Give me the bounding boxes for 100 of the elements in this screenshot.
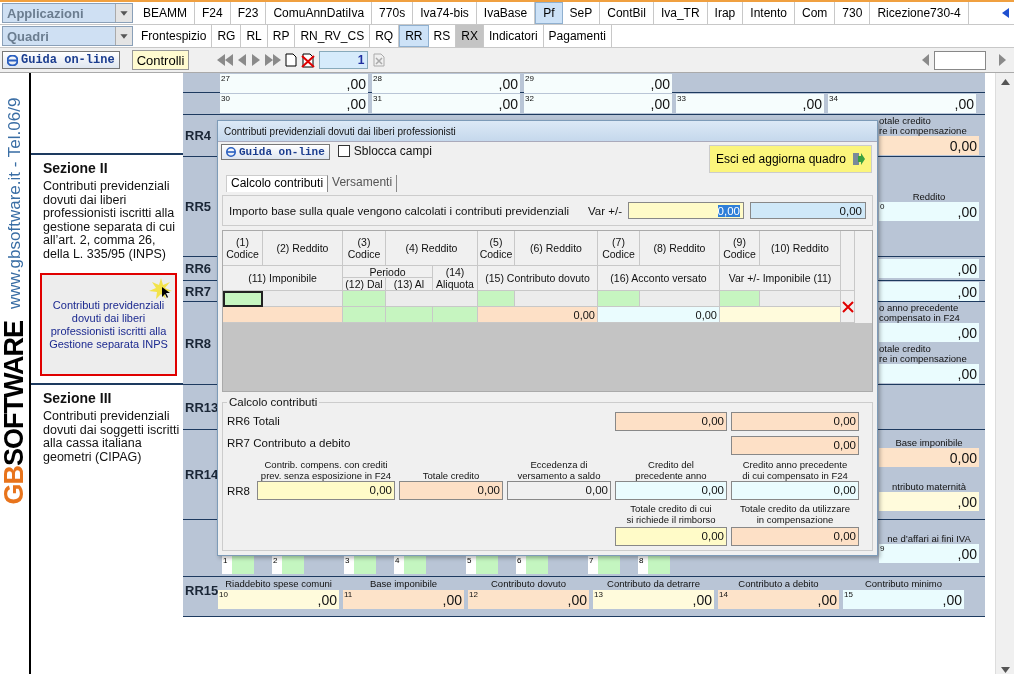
amount-field[interactable]: 0,00 xyxy=(731,527,859,546)
delete-icon[interactable] xyxy=(841,300,854,313)
amount-field[interactable]: 0,00 xyxy=(731,481,859,500)
tab[interactable]: 770s xyxy=(372,2,414,24)
amount-field[interactable]: 0,00 xyxy=(257,481,395,500)
field-number: 32 xyxy=(525,94,534,103)
field-number: 30 xyxy=(221,94,230,103)
tab[interactable]: F24 xyxy=(195,2,231,24)
tab[interactable]: ContBil xyxy=(600,2,654,24)
cursor-sparkle-icon xyxy=(147,277,173,301)
column-header: (1) Codice xyxy=(223,231,263,266)
checkbox[interactable] xyxy=(337,145,350,157)
column-header: (4) Reddito xyxy=(386,231,478,266)
amount-field[interactable]: 0,00 xyxy=(879,447,979,467)
tab[interactable]: RX xyxy=(456,25,484,47)
field-caption: Base imponibile xyxy=(368,579,439,589)
amount-field[interactable]: 0,00 xyxy=(731,412,859,431)
tab[interactable]: Com xyxy=(795,2,836,24)
tab[interactable]: BEAMM xyxy=(136,2,195,24)
page-number-field[interactable]: 1 xyxy=(319,51,369,69)
tab[interactable]: Irap xyxy=(707,2,744,24)
section-description: Contributi previdenziali dovuti dai soggetti iscritti alla cassa italiana geometri (CIPAG) xyxy=(43,410,181,464)
tab[interactable]: F23 xyxy=(230,2,267,24)
row-code: RR15 xyxy=(185,583,219,598)
code-field[interactable]: 7 xyxy=(588,556,620,574)
previous-page-icon[interactable] xyxy=(237,54,248,66)
amount-field[interactable]: 0,00 xyxy=(879,136,979,155)
variation-field[interactable]: 0,00 xyxy=(628,202,744,219)
website-text: www.gbsoftware.it - Tel.06/9 xyxy=(4,96,25,309)
amount-field[interactable]: ,00 xyxy=(879,259,979,278)
field-number: 4 xyxy=(395,556,400,565)
amount-field[interactable]: ,00 xyxy=(879,323,979,342)
code-field[interactable]: 6 xyxy=(516,556,548,574)
input-field[interactable]: 0,00 xyxy=(478,307,598,323)
tab[interactable]: Indicatori xyxy=(483,25,544,47)
tab[interactable]: SeP xyxy=(562,2,601,24)
help-button[interactable]: Guida on-line xyxy=(2,51,120,69)
amount-field[interactable]: 0,00 xyxy=(615,481,727,500)
tab[interactable]: Iva74-bis xyxy=(413,2,477,24)
tab[interactable]: Ricezione730-4 xyxy=(870,2,969,24)
field-caption: Contributo dovuto xyxy=(490,579,567,589)
tab[interactable]: Pagamenti xyxy=(543,25,612,47)
code-field[interactable]: 8 xyxy=(638,556,670,574)
field-caption: Credito anno precedente di cui compensato in F24 xyxy=(741,459,849,481)
tab[interactable]: Frontespizio xyxy=(136,25,213,47)
amount-field[interactable]: 0,00 xyxy=(731,436,859,455)
tab[interactable]: RR xyxy=(399,25,429,47)
section-button[interactable]: Contributi previdenziali dovuti dai liberi professionisti iscritti alla Gestione separata INPS xyxy=(40,273,177,376)
tab[interactable]: 730 xyxy=(835,2,871,24)
search-field[interactable] xyxy=(934,50,986,70)
column-header: (6) Reddito xyxy=(515,231,598,266)
base-amount-field[interactable]: 0,00 xyxy=(750,202,866,219)
row-label: RR6 Totali xyxy=(227,414,281,427)
scroll-down-icon[interactable] xyxy=(1000,667,1010,673)
field-number: 10 xyxy=(219,590,228,599)
tab[interactable]: Versamenti xyxy=(328,175,398,192)
tab[interactable]: Iva_TR xyxy=(653,2,708,24)
amount-field[interactable]: 0,00 xyxy=(615,527,727,546)
next-page-icon[interactable] xyxy=(251,54,262,66)
delete-page-icon[interactable] xyxy=(301,52,316,68)
first-page-icon[interactable] xyxy=(217,54,234,66)
controls-button[interactable]: Controlli xyxy=(131,50,190,70)
code-field[interactable]: 5 xyxy=(466,556,498,574)
field-number: 11 xyxy=(344,590,353,599)
amount-field[interactable]: ,00 xyxy=(879,364,979,383)
amount-field[interactable]: 0,00 xyxy=(507,481,611,500)
tab[interactable]: RP xyxy=(267,25,296,47)
tab[interactable]: RG xyxy=(212,25,242,47)
tab[interactable]: Calcolo contributi xyxy=(226,175,329,192)
code-field[interactable]: 1 xyxy=(222,556,254,574)
scroll-up-icon[interactable] xyxy=(1000,79,1010,85)
code-field[interactable]: 2 xyxy=(272,556,304,574)
code-field[interactable]: 3 xyxy=(344,556,376,574)
field-number: 9 xyxy=(880,543,885,553)
new-page-icon[interactable] xyxy=(285,53,298,67)
row-code: RR6 xyxy=(185,261,211,276)
help-button[interactable]: Guida on-line xyxy=(221,144,330,160)
tab[interactable]: Pf xyxy=(535,2,563,24)
field-caption: Totale credito xyxy=(421,470,481,481)
amount-field[interactable]: 0,00 xyxy=(399,481,503,500)
exit-button[interactable]: Esci ed aggiorna quadro xyxy=(708,145,872,173)
left-arrow-icon[interactable] xyxy=(1002,8,1010,18)
tab[interactable]: Intento xyxy=(743,2,795,24)
tab[interactable]: RN_RV_CS xyxy=(295,25,371,47)
field-caption: ne d’affari ai fini IVA xyxy=(886,533,972,544)
field-caption: o anno precedente compensato in F24 xyxy=(879,303,961,323)
tab[interactable]: ComuAnnDatiIva xyxy=(266,2,373,24)
amount-field[interactable]: ,00 xyxy=(879,281,979,301)
row-label: RR8 xyxy=(227,484,251,497)
input-field[interactable]: 0,00 xyxy=(598,307,720,323)
input-field[interactable] xyxy=(223,291,263,307)
amount-field[interactable]: 0,00 xyxy=(615,412,727,431)
tab[interactable]: RL xyxy=(241,25,268,47)
code-field[interactable]: 4 xyxy=(394,556,426,574)
previous-arrow-icon[interactable] xyxy=(922,54,930,66)
field-caption: Contributo a debito xyxy=(737,579,820,589)
field-number: 15 xyxy=(844,590,853,599)
row-code: RR13 xyxy=(185,399,219,415)
amount-field[interactable]: ,00 xyxy=(879,492,979,512)
next-arrow-icon[interactable] xyxy=(998,54,1006,66)
